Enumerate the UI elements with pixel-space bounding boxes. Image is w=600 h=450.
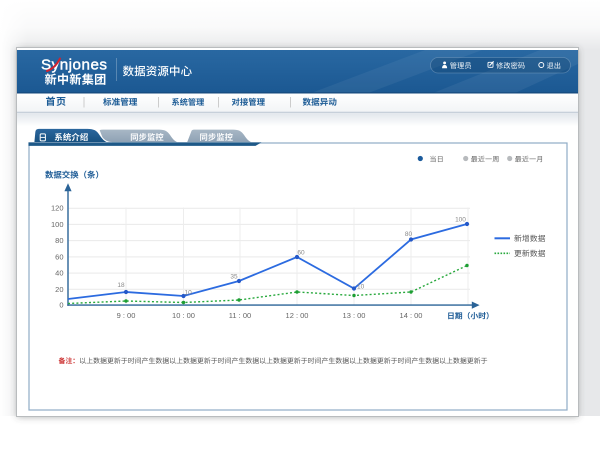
svg-text:60: 60 [55,252,63,261]
svg-text:120: 120 [51,204,64,213]
svg-text:12 : 00: 12 : 00 [286,311,309,320]
svg-text:Synjones: Synjones [41,56,107,73]
svg-text:20: 20 [55,285,63,294]
svg-text:100: 100 [51,220,64,229]
svg-text:14 : 00: 14 : 00 [400,311,423,320]
svg-text:18: 18 [117,282,125,289]
svg-text:10: 10 [357,284,365,291]
svg-text:35: 35 [230,274,238,281]
svg-text:11 : 00: 11 : 00 [229,311,251,320]
svg-text:0: 0 [59,301,63,310]
svg-text:80: 80 [405,231,413,238]
svg-text:60: 60 [297,250,305,257]
svg-text:13 : 00: 13 : 00 [343,311,366,320]
svg-text:10: 10 [185,290,193,297]
svg-text:40: 40 [55,269,63,278]
svg-text:100: 100 [455,217,466,224]
svg-text:9 : 00: 9 : 00 [117,311,136,320]
svg-text:80: 80 [55,236,63,245]
svg-text:10 : 00: 10 : 00 [172,311,195,320]
